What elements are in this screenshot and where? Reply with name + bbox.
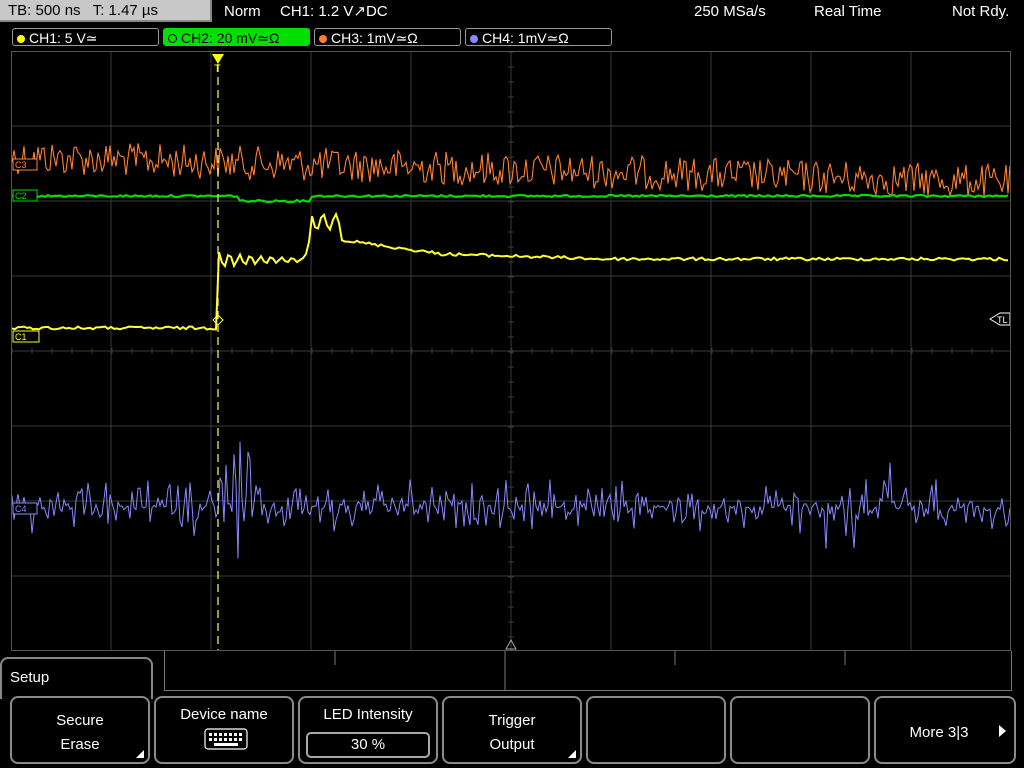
trigger-position-line: T — [212, 54, 224, 650]
ch1-color-dot — [17, 35, 25, 43]
trigger-source-label: CH1: 1.2 V — [280, 3, 354, 20]
graticule — [12, 52, 1010, 650]
ch1-waveform — [12, 211, 1008, 331]
ch3-label: CH3: 1mV≃Ω — [331, 30, 418, 46]
submenu-corner-icon — [136, 750, 144, 758]
trigger-top-marker: T — [214, 63, 221, 75]
acquisition-status: Not Rdy. — [952, 3, 1010, 20]
ch4-marker[interactable]: C4 — [12, 502, 38, 515]
ch3-color-dot — [319, 35, 327, 43]
ch4-label: CH4: 1mV≃Ω — [482, 30, 569, 46]
submenu-corner-icon — [568, 750, 576, 758]
softkey-3-line1: LED Intensity — [323, 706, 413, 723]
channel-tab-ch3[interactable]: CH3: 1mV≃Ω — [314, 28, 461, 46]
softkey-1-line2: Erase — [60, 736, 100, 753]
channel-tab-ch2[interactable]: CH2: 20 mV≃Ω — [163, 28, 310, 46]
ch2-marker[interactable]: C2 — [12, 189, 38, 202]
ch2-label: CH2: 20 mV≃Ω — [181, 30, 280, 46]
ch4-color-dot — [470, 35, 478, 43]
svg-text:TL: TL — [997, 315, 1008, 325]
rising-edge-icon: ↗ — [353, 3, 366, 20]
svg-text:C1: C1 — [15, 332, 27, 342]
menu-title-tab: Setup — [0, 657, 153, 699]
svg-text:C3: C3 — [15, 160, 27, 170]
led-intensity-value-box: 30 % — [306, 732, 430, 758]
softkey-1-line1: Secure — [56, 712, 104, 729]
waveform-display[interactable]: T C1 TL C2 C3 C4 — [11, 51, 1011, 651]
ch2-color-dot — [168, 34, 177, 43]
softkey-5-empty[interactable] — [586, 696, 726, 764]
softkey-4-line1: Trigger — [488, 712, 536, 729]
device-name-button[interactable]: Device name — [154, 696, 294, 764]
menu-info-strip — [164, 651, 1012, 691]
menu-title: Setup — [10, 669, 50, 686]
channel-tab-ch4[interactable]: CH4: 1mV≃Ω — [465, 28, 612, 46]
trigger-mode[interactable]: Norm — [224, 0, 261, 24]
softkey-2-line1: Device name — [180, 706, 268, 723]
trigger-level-marker[interactable]: TL — [989, 312, 1010, 326]
keyboard-icon — [204, 728, 248, 750]
led-intensity-button[interactable]: LED Intensity 30 % — [298, 696, 438, 764]
svg-text:C4: C4 — [15, 504, 27, 514]
status-bar: TB: 500 ns T: 1.47 µs Norm CH1: 1.2 V↗DC… — [0, 0, 1024, 24]
softkey-7-line1: More 3|3 — [909, 724, 969, 741]
arrow-right-icon — [999, 725, 1006, 737]
softkey-6-empty[interactable] — [730, 696, 870, 764]
acquisition-mode: Real Time — [814, 3, 882, 20]
trigger-output-button[interactable]: Trigger Output — [442, 696, 582, 764]
waveform-svg: T C1 TL C2 C3 C4 — [12, 52, 1010, 650]
ch1-label: CH1: 5 V≃ — [29, 30, 98, 46]
ch1-marker[interactable]: C1 — [12, 330, 40, 343]
softkey-4-line2: Output — [489, 736, 535, 753]
trigger-time-label: T: 1.47 µs — [92, 2, 159, 19]
more-button[interactable]: More 3|3 — [874, 696, 1016, 764]
channel-tab-ch1[interactable]: CH1: 5 V≃ — [12, 28, 159, 46]
timebase-label: TB: 500 ns — [8, 2, 81, 19]
menu-strip-divider — [334, 651, 846, 691]
coupling-label: DC — [365, 3, 388, 20]
svg-text:C2: C2 — [15, 191, 27, 201]
timebase-box[interactable]: TB: 500 ns T: 1.47 µs — [0, 0, 212, 22]
secure-erase-button[interactable]: Secure Erase — [10, 696, 150, 764]
trigger-source[interactable]: CH1: 1.2 V↗DC — [280, 0, 388, 24]
led-intensity-value: 30 % — [350, 736, 386, 753]
sample-rate: 250 MSa/s — [694, 3, 766, 20]
ch3-marker[interactable]: C3 — [12, 158, 38, 171]
